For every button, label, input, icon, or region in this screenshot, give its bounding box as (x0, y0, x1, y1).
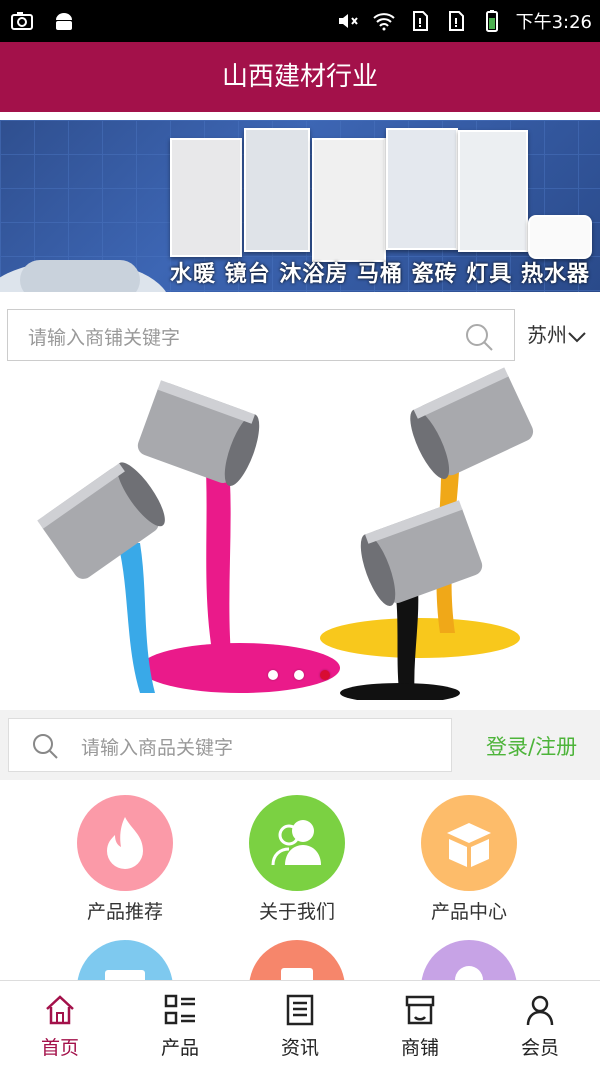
tab-products[interactable]: 产品 (120, 981, 240, 1067)
status-bar: 下午3:26 (0, 0, 600, 42)
carousel-dot[interactable] (320, 670, 330, 680)
status-time: 下午3:26 (515, 12, 592, 33)
paint-buckets-image (37, 367, 534, 700)
category-item-product-center[interactable]: 产品中心 (399, 795, 539, 924)
category-label: 产品推荐 (86, 901, 163, 923)
carousel-dot[interactable] (294, 670, 304, 680)
android-icon (56, 13, 72, 30)
news-icon (286, 994, 314, 1026)
shop-search-input[interactable]: 请输入商铺关键字 (7, 309, 515, 361)
tab-news[interactable]: 资讯 (240, 981, 360, 1067)
category-item-about-us[interactable]: 关于我们 (227, 795, 367, 924)
carousel-dot[interactable] (268, 670, 278, 680)
bottom-tab-bar: 首页 产品 资讯 商铺 会员 (0, 980, 600, 1067)
city-label: 苏州 (527, 323, 567, 347)
home-icon (46, 995, 74, 1025)
tab-member[interactable]: 会员 (480, 981, 600, 1067)
search-icon[interactable] (31, 732, 59, 760)
screenshot-icon (11, 12, 33, 30)
login-register-link[interactable]: 登录/注册 (486, 731, 577, 761)
carousel-indicator[interactable] (268, 670, 330, 680)
sim-card-icon (448, 11, 464, 31)
chevron-down-icon (568, 331, 586, 342)
tab-label: 首页 (40, 1037, 79, 1059)
banner-image[interactable]: 水暖 镜台 沐浴房 马桶 瓷砖 灯具 热水器 (0, 120, 600, 292)
tab-label: 会员 (520, 1037, 559, 1059)
tab-shops[interactable]: 商铺 (360, 981, 480, 1067)
user-icon (526, 995, 554, 1026)
tab-label: 商铺 (400, 1037, 439, 1059)
sim-card-icon (412, 11, 428, 31)
search-icon[interactable] (464, 322, 494, 352)
banner-caption: 水暖 镜台 沐浴房 马桶 瓷砖 灯具 热水器 (170, 262, 590, 287)
shop-icon (405, 995, 435, 1025)
shop-search-placeholder: 请输入商铺关键字 (28, 327, 181, 349)
fire-icon (77, 795, 173, 891)
tab-label: 资讯 (280, 1037, 319, 1059)
grid-list-icon (164, 994, 195, 1025)
city-selector[interactable]: 苏州 (527, 319, 587, 348)
battery-icon (485, 10, 498, 32)
category-label: 关于我们 (258, 901, 335, 923)
category-grid: 产品推荐 关于我们 产品中心 (0, 780, 600, 1036)
product-search-input[interactable]: 请输入商品关键字 (8, 718, 452, 772)
product-search-placeholder: 请输入商品关键字 (81, 737, 234, 759)
tab-home[interactable]: 首页 (0, 981, 120, 1067)
box-icon (421, 795, 517, 891)
carousel-slide[interactable] (0, 363, 600, 700)
page-title: 山西建材行业 (0, 42, 600, 112)
tab-label: 产品 (160, 1037, 199, 1059)
mute-icon (338, 14, 358, 28)
category-label: 产品中心 (430, 901, 507, 923)
wifi-icon (372, 13, 395, 31)
users-icon (249, 795, 345, 891)
category-item-product-recommend[interactable]: 产品推荐 (55, 795, 195, 924)
